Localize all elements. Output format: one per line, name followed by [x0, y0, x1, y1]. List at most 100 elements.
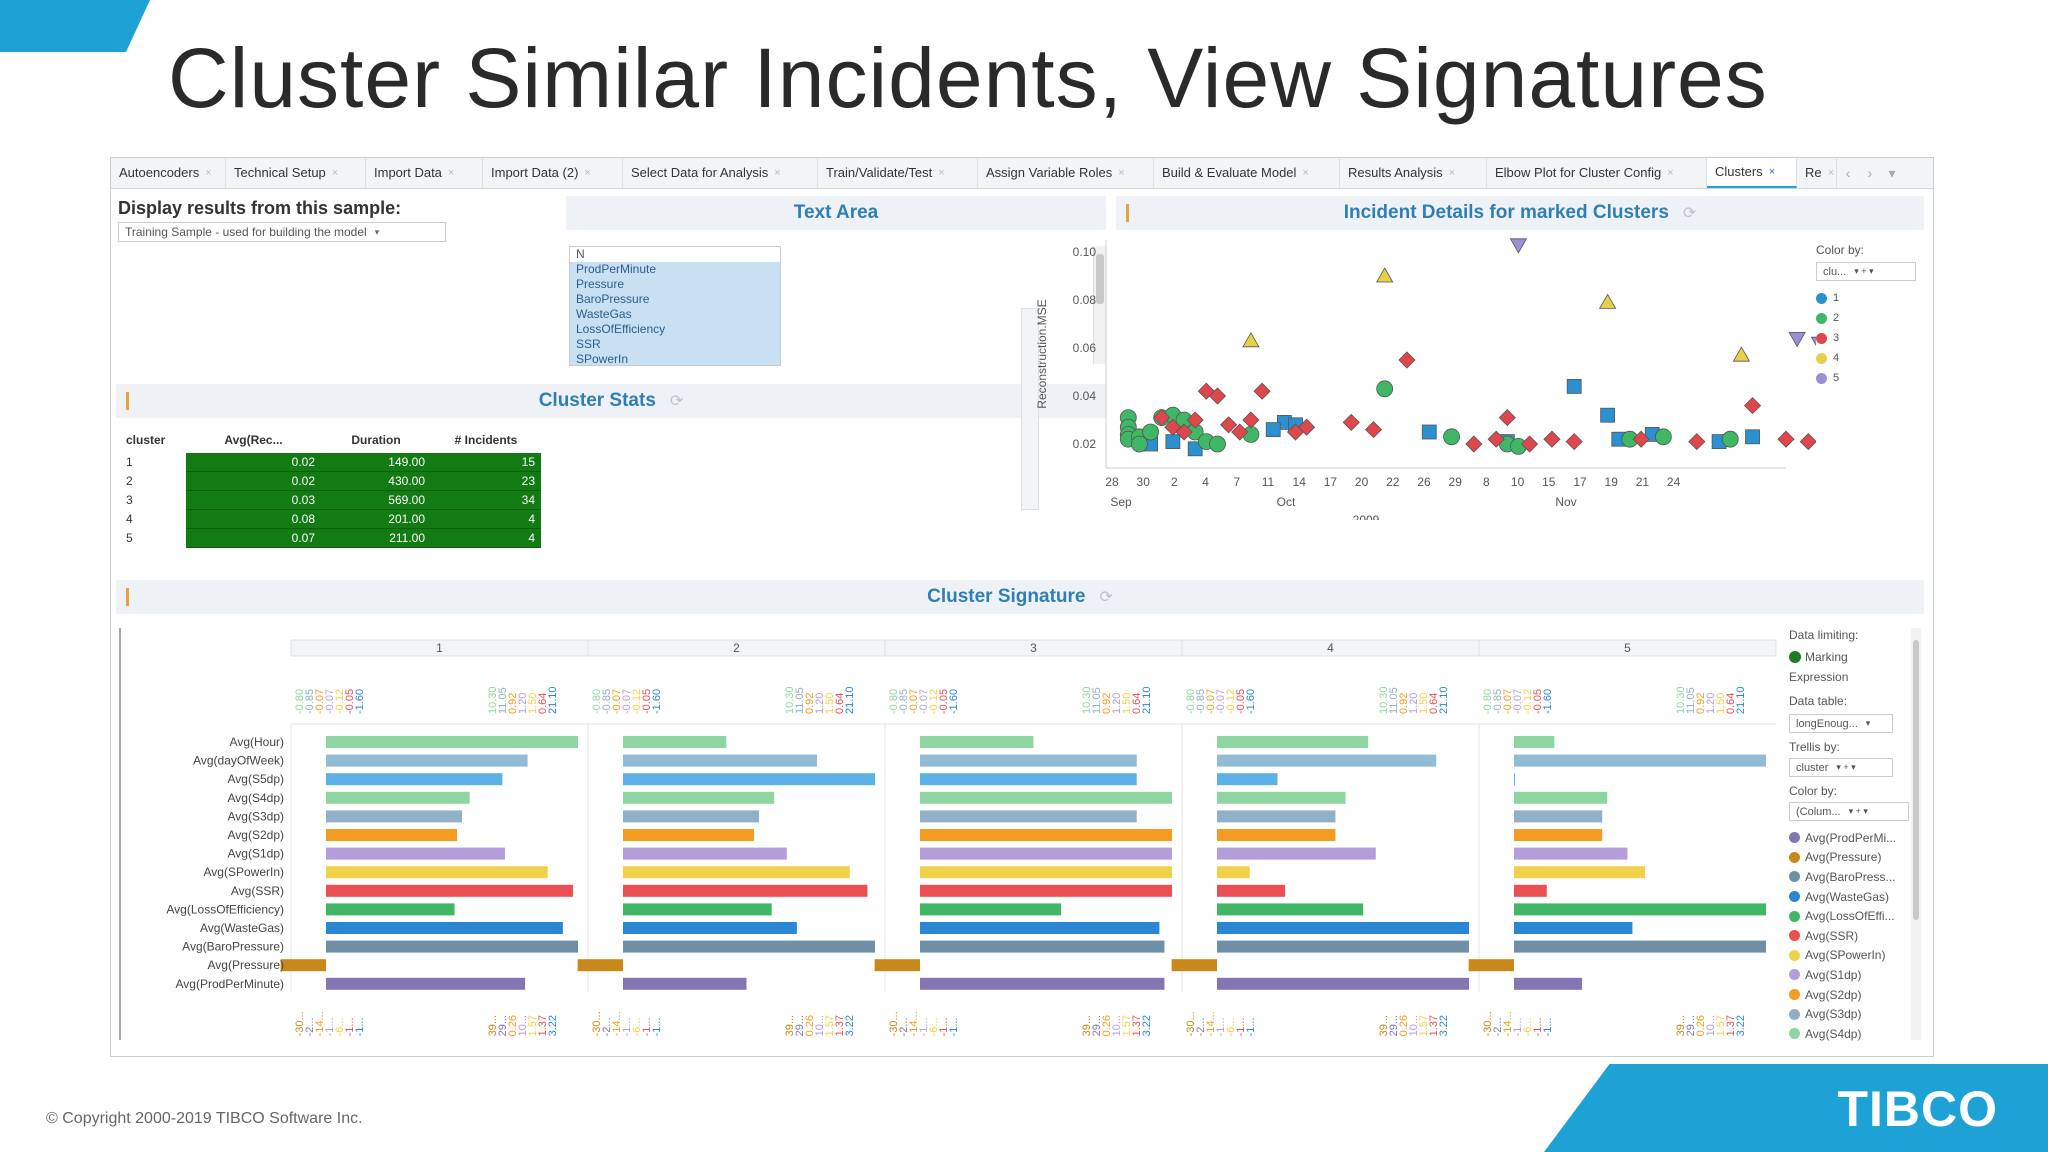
- signature-bar[interactable]: [326, 791, 470, 804]
- signature-bar[interactable]: [1514, 754, 1766, 767]
- signature-bar[interactable]: [326, 847, 505, 860]
- close-icon[interactable]: ×: [1449, 158, 1455, 188]
- scatter-point-cluster-3[interactable]: [1242, 411, 1260, 429]
- scatter-point-cluster-3[interactable]: [1364, 421, 1383, 439]
- tab-import-data-2-[interactable]: Import Data (2) ×: [483, 158, 623, 188]
- scatter-point-cluster-2[interactable]: [1376, 380, 1394, 398]
- signature-bar[interactable]: [920, 866, 1172, 879]
- list-item[interactable]: LossOfEfficiency: [570, 322, 780, 337]
- signature-bar[interactable]: [874, 959, 920, 972]
- chevron-right-icon[interactable]: ›: [1859, 158, 1881, 188]
- legend-item[interactable]: Avg(Pressure): [1789, 848, 1917, 868]
- legend-item[interactable]: Avg(S4dp): [1789, 1024, 1917, 1044]
- scatter-point-cluster-4[interactable]: [1375, 267, 1394, 283]
- scatter-point-cluster-2[interactable]: [1443, 428, 1460, 446]
- close-icon[interactable]: ×: [1302, 158, 1308, 188]
- legend-item[interactable]: Avg(WasteGas): [1789, 887, 1917, 907]
- signature-bar[interactable]: [623, 940, 875, 953]
- table-header[interactable]: Avg(Rec...: [186, 433, 321, 447]
- list-item[interactable]: BaroPressure: [570, 292, 780, 307]
- tab-clusters[interactable]: Clusters ×: [1707, 158, 1797, 188]
- close-icon[interactable]: ×: [774, 158, 780, 188]
- scatter-point-cluster-4[interactable]: [1598, 293, 1617, 309]
- signature-bar[interactable]: [623, 810, 760, 823]
- table-header[interactable]: Duration: [321, 433, 431, 447]
- signature-bar[interactable]: [1514, 847, 1628, 860]
- tab-autoencoders[interactable]: Autoencoders ×: [111, 158, 226, 188]
- signature-bar[interactable]: [1514, 903, 1766, 916]
- signature-bar[interactable]: [623, 922, 797, 934]
- signature-bar[interactable]: [1514, 884, 1547, 897]
- scatter-point-cluster-3[interactable]: [1543, 430, 1561, 448]
- signature-bar[interactable]: [326, 736, 578, 748]
- signature-scrollbar[interactable]: [1911, 628, 1921, 1040]
- signature-bar[interactable]: [623, 736, 727, 748]
- signature-bar[interactable]: [623, 791, 775, 804]
- signature-bar[interactable]: [920, 847, 1172, 860]
- scatter-point-cluster-1[interactable]: [1265, 422, 1281, 438]
- signature-bar[interactable]: [920, 773, 1137, 786]
- color-by-dropdown[interactable]: clu... ▾ + ▾: [1816, 262, 1916, 281]
- signature-bar[interactable]: [623, 903, 772, 916]
- signature-bar[interactable]: [920, 977, 1165, 990]
- signature-bar[interactable]: [326, 903, 455, 916]
- signature-bar[interactable]: [1217, 866, 1250, 879]
- legend-item[interactable]: Avg(SPowerIn): [1789, 946, 1917, 966]
- scatter-point-cluster-2[interactable]: [1721, 430, 1739, 448]
- signature-bar[interactable]: [577, 959, 623, 972]
- signature-bar[interactable]: [1217, 754, 1437, 767]
- signature-bar[interactable]: [1217, 773, 1278, 786]
- close-icon[interactable]: ×: [584, 158, 590, 188]
- signature-bar[interactable]: [920, 940, 1165, 953]
- scatter-point-cluster-2[interactable]: [1142, 423, 1159, 441]
- refresh-icon[interactable]: ⟳: [670, 391, 683, 411]
- signature-bar[interactable]: [1514, 810, 1603, 823]
- legend-item[interactable]: 3: [1816, 328, 1916, 348]
- scatter-point-cluster-1[interactable]: [1165, 434, 1181, 450]
- chevron-left-icon[interactable]: ‹: [1837, 158, 1859, 188]
- signature-bar[interactable]: [1514, 977, 1583, 990]
- close-icon[interactable]: ×: [1828, 158, 1834, 188]
- signature-bar[interactable]: [280, 959, 326, 972]
- scatter-point-cluster-4[interactable]: [1732, 346, 1751, 362]
- scatter-point-cluster-3[interactable]: [1253, 382, 1271, 400]
- scatter-point-cluster-5[interactable]: [1788, 332, 1806, 348]
- legend-item[interactable]: Avg(S2dp): [1789, 985, 1917, 1005]
- legend-item[interactable]: Avg(SSR): [1789, 926, 1917, 946]
- cluster-signature-chart[interactable]: 1-0.80-0.85-0.07-0.07-0.12-0.05-1.60 10.3…: [111, 624, 1781, 1054]
- signature-bar[interactable]: [1514, 922, 1633, 934]
- scatter-point-cluster-3[interactable]: [1799, 433, 1816, 451]
- signature-bar[interactable]: [1514, 940, 1766, 953]
- signature-bar[interactable]: [1217, 977, 1469, 990]
- signature-bar[interactable]: [1217, 736, 1369, 748]
- scatter-point-cluster-1[interactable]: [1600, 407, 1616, 423]
- signature-bar[interactable]: [1217, 791, 1346, 804]
- scatter-point-cluster-3[interactable]: [1777, 430, 1795, 448]
- scatter-point-cluster-2[interactable]: [1209, 435, 1226, 453]
- signature-bar[interactable]: [326, 940, 578, 953]
- signature-bar[interactable]: [1514, 791, 1608, 804]
- signature-bar[interactable]: [920, 884, 1172, 897]
- marking-option[interactable]: Marking: [1789, 650, 1848, 664]
- signature-bar[interactable]: [326, 829, 458, 841]
- close-icon[interactable]: ×: [1769, 157, 1775, 187]
- tab-results-analysis[interactable]: Results Analysis ×: [1340, 158, 1487, 188]
- signature-bar[interactable]: [1217, 903, 1364, 916]
- scatter-point-cluster-1[interactable]: [1566, 378, 1582, 394]
- legend-item[interactable]: 5: [1816, 368, 1916, 388]
- signature-bar[interactable]: [326, 922, 563, 934]
- signature-bar[interactable]: [920, 736, 1034, 748]
- legend-item[interactable]: Avg(LossOfEffi...: [1789, 906, 1917, 926]
- signature-bar[interactable]: [326, 884, 573, 897]
- incident-scatter-chart[interactable]: 0.100.080.060.040.02Reconstruction.MSE28…: [1026, 230, 1816, 520]
- signature-bar[interactable]: [1514, 773, 1515, 786]
- legend-item[interactable]: 4: [1816, 348, 1916, 368]
- scatter-point-cluster-3[interactable]: [1465, 435, 1483, 453]
- legend-item[interactable]: Avg(S1dp): [1789, 965, 1917, 985]
- signature-bar[interactable]: [623, 866, 850, 879]
- scatter-point-cluster-3[interactable]: [1342, 413, 1360, 431]
- scatter-point-cluster-2[interactable]: [1654, 428, 1672, 446]
- signature-bar[interactable]: [920, 922, 1160, 934]
- signature-bar[interactable]: [920, 903, 1062, 916]
- tab-technical-setup[interactable]: Technical Setup ×: [226, 158, 366, 188]
